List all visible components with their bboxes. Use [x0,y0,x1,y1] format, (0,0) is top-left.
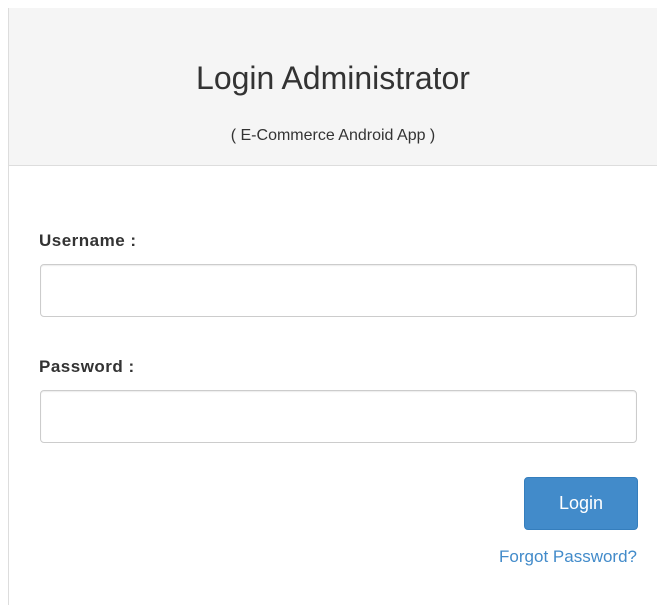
username-label: Username : [39,231,137,250]
panel-heading: Login Administrator ( E-Commerce Android… [9,8,657,166]
page-subtitle: ( E-Commerce Android App ) [230,127,436,144]
login-button[interactable]: Login [524,477,638,530]
username-input[interactable] [40,264,637,317]
page-title: Login Administrator [196,60,470,96]
forgot-password-link[interactable]: Forgot Password? [499,546,637,568]
password-input[interactable] [40,390,637,443]
login-panel: Login Administrator ( E-Commerce Android… [8,8,657,605]
password-label: Password : [39,357,135,376]
